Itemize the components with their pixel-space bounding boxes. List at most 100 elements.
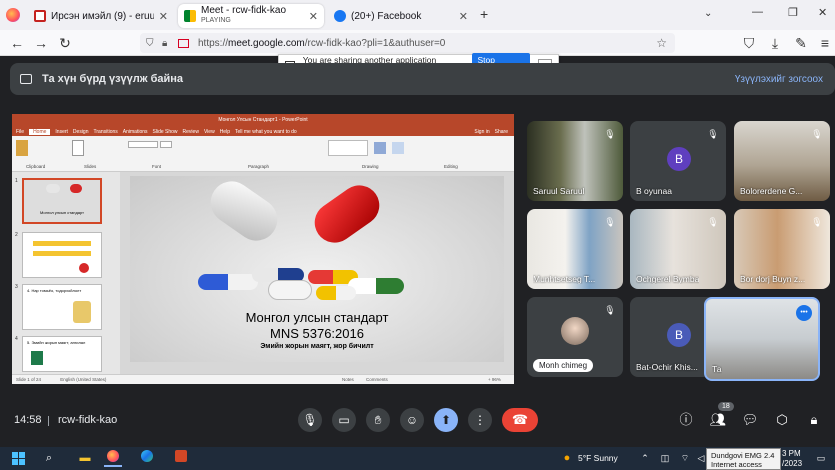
meeting-code: rcw-fidk-kao <box>58 414 118 426</box>
red-capsule-half <box>306 177 388 251</box>
paste-icon[interactable] <box>16 140 28 156</box>
participant-name: B oyunaa <box>636 186 672 196</box>
white-capsule-half <box>202 173 286 249</box>
status-notes[interactable]: Notes <box>342 375 354 385</box>
lock-icon[interactable]: 🔒︎ <box>162 38 167 49</box>
pill-pile <box>198 268 438 304</box>
ppt-tab-design[interactable]: Design <box>73 129 89 135</box>
edge-icon[interactable] <box>138 450 156 467</box>
mic-button[interactable]: 🎙︎ <box>298 408 322 432</box>
font-size-box[interactable] <box>160 141 172 148</box>
new-slide-icon[interactable] <box>72 140 84 156</box>
ppt-tab-slideshow[interactable]: Slide Show <box>153 129 178 135</box>
slide-thumbnail[interactable]: 5. Эмийн жорын маягт, ангилал <box>22 336 102 372</box>
forward-icon[interactable]: → <box>32 34 50 52</box>
participant-tile[interactable]: 🎙︎ B B oyunaa <box>630 121 726 201</box>
people-icon[interactable]: 👥︎ <box>708 410 728 430</box>
activities-icon[interactable]: ⬡ <box>772 410 792 430</box>
more-options-button[interactable]: ⋮ <box>468 408 492 432</box>
end-call-button[interactable]: ☎ <box>502 408 538 432</box>
clock-date[interactable]: /2023 <box>782 459 802 468</box>
participant-tile[interactable]: 🎙︎ Saruul Saruul <box>527 121 623 201</box>
ppt-tab-home[interactable]: Home <box>29 128 51 135</box>
ppt-thumbnail-pane: 1 Монгол улсын стандарт 2 3 4. Нар томьё… <box>12 172 120 374</box>
ppt-sign-in[interactable]: Sign in <box>474 129 489 135</box>
ppt-share[interactable]: Share <box>495 129 508 135</box>
menu-icon[interactable]: ≡ <box>816 34 834 52</box>
tab-gmail[interactable]: Ирсэн имэйл (9) - eruulmendi ✕ <box>28 4 174 28</box>
slide-thumbnail[interactable] <box>22 232 102 278</box>
status-comments[interactable]: Comments <box>366 375 388 385</box>
font-box[interactable] <box>128 141 158 148</box>
stop-presenting-link[interactable]: Үзүүлэхийг зогсоох <box>735 74 823 85</box>
participant-tile[interactable]: 🎙︎ Munhtsetseg T... <box>527 209 623 289</box>
firefox-icon[interactable] <box>6 8 20 22</box>
shapes-icon[interactable] <box>328 140 368 156</box>
bookmark-star-icon[interactable]: ☆ <box>656 36 667 50</box>
participant-name: Bat-Ochir Khis... <box>636 362 698 372</box>
url-bar[interactable]: ⛉ 🔒︎ https:// meet.google.com /rcw-fidk-… <box>140 33 675 53</box>
participant-tile[interactable]: 🎙︎ Bor dorj Buyn z... <box>734 209 830 289</box>
list-tabs-icon[interactable]: ⌄ <box>704 8 712 19</box>
participant-tile[interactable]: 🎙︎ Ochgerel Bymba <box>630 209 726 289</box>
present-button[interactable]: ⬆ <box>434 408 458 432</box>
new-tab-button[interactable]: + <box>480 6 488 22</box>
file-explorer-icon[interactable]: ▬ <box>76 450 94 467</box>
shield-icon[interactable]: ⛉ <box>146 38 154 49</box>
close-icon[interactable]: ✕ <box>159 10 168 23</box>
clock-time[interactable]: 3 PM <box>782 449 801 458</box>
reload-icon[interactable]: ↻ <box>56 34 74 52</box>
close-icon[interactable]: ✕ <box>309 10 318 23</box>
arrange-icon[interactable] <box>374 142 386 154</box>
notifications-icon[interactable]: ▭ <box>812 450 830 467</box>
current-slide[interactable]: Монгол улсын стандарт MNS 5376:2016 Эмий… <box>130 173 504 362</box>
mic-off-icon: 🎙︎ <box>604 129 616 139</box>
chat-icon[interactable]: 💬︎ <box>740 410 760 430</box>
url-scheme: https:// <box>198 37 229 49</box>
show-hidden-icons[interactable]: ⌃ <box>636 450 654 467</box>
firefox-icon[interactable] <box>104 450 122 467</box>
status-zoom[interactable]: + 96% <box>488 375 501 385</box>
close-icon[interactable]: ✕ <box>459 10 468 23</box>
restore-icon[interactable]: ❐ <box>788 6 798 19</box>
mic-off-icon: 🎙︎ <box>604 305 616 315</box>
extensions-icon[interactable]: ✎ <box>792 34 810 52</box>
windows-start-icon[interactable] <box>12 452 25 465</box>
ppt-tell-me[interactable]: Tell me what you want to do <box>235 129 297 135</box>
tooltip-network-name: Dundgovi EMG 2.4 <box>711 451 775 460</box>
ppt-tab-insert[interactable]: Insert <box>55 129 68 135</box>
info-icon[interactable]: ⓘ <box>676 410 696 430</box>
more-options-icon[interactable]: ••• <box>796 305 812 321</box>
ppt-tab-animations[interactable]: Animations <box>123 129 148 135</box>
ppt-tab-help[interactable]: Help <box>220 129 230 135</box>
search-icon[interactable]: ⌕ <box>40 450 58 467</box>
host-controls-icon[interactable]: 🔒︎ <box>804 410 824 430</box>
participant-tile[interactable]: 🎙︎ Monh chimeg <box>527 297 623 377</box>
url-host: meet.google.com <box>228 37 305 49</box>
emoji-button[interactable]: ☺ <box>400 408 424 432</box>
ppt-tab-transitions[interactable]: Transitions <box>94 129 118 135</box>
self-view-tile[interactable]: ••• Та <box>704 297 820 381</box>
minimize-icon[interactable]: — <box>752 6 763 18</box>
window-close-icon[interactable]: ✕ <box>818 6 827 19</box>
screen-share-indicator-icon[interactable] <box>178 39 189 48</box>
browser-tab-bar: Ирсэн имэйл (9) - eruulmendi ✕ Meet - rc… <box>0 0 835 30</box>
quick-styles-icon[interactable] <box>392 142 404 154</box>
back-icon[interactable]: ← <box>8 34 26 52</box>
mic-off-icon: 🎙︎ <box>811 217 823 227</box>
pocket-icon[interactable]: ⛉ <box>740 34 758 52</box>
powerpoint-icon[interactable] <box>172 450 190 467</box>
ppt-tab-view[interactable]: View <box>204 129 215 135</box>
ppt-tab-file[interactable]: File <box>16 129 24 135</box>
raise-hand-button[interactable]: ✋︎ <box>366 408 390 432</box>
slide-thumbnail[interactable]: Монгол улсын стандарт <box>22 178 102 224</box>
tab-facebook[interactable]: (20+) Facebook ✕ <box>328 4 474 28</box>
network-icon[interactable]: ◫ <box>656 450 674 467</box>
camera-button[interactable]: ▭ <box>332 408 356 432</box>
participant-tile[interactable]: 🎙︎ Bolorerdene G... <box>734 121 830 201</box>
downloads-icon[interactable]: ⤓ <box>766 34 784 52</box>
ppt-tab-review[interactable]: Review <box>183 129 199 135</box>
tab-meet[interactable]: Meet - rcw-fidk-kao PLAYING ✕ <box>178 4 324 28</box>
slide-subtitle: Эмийн жорын маягт, жор бичилт <box>260 343 374 350</box>
slide-thumbnail[interactable]: 4. Нар томьёо, тодорхойлолт <box>22 284 102 330</box>
